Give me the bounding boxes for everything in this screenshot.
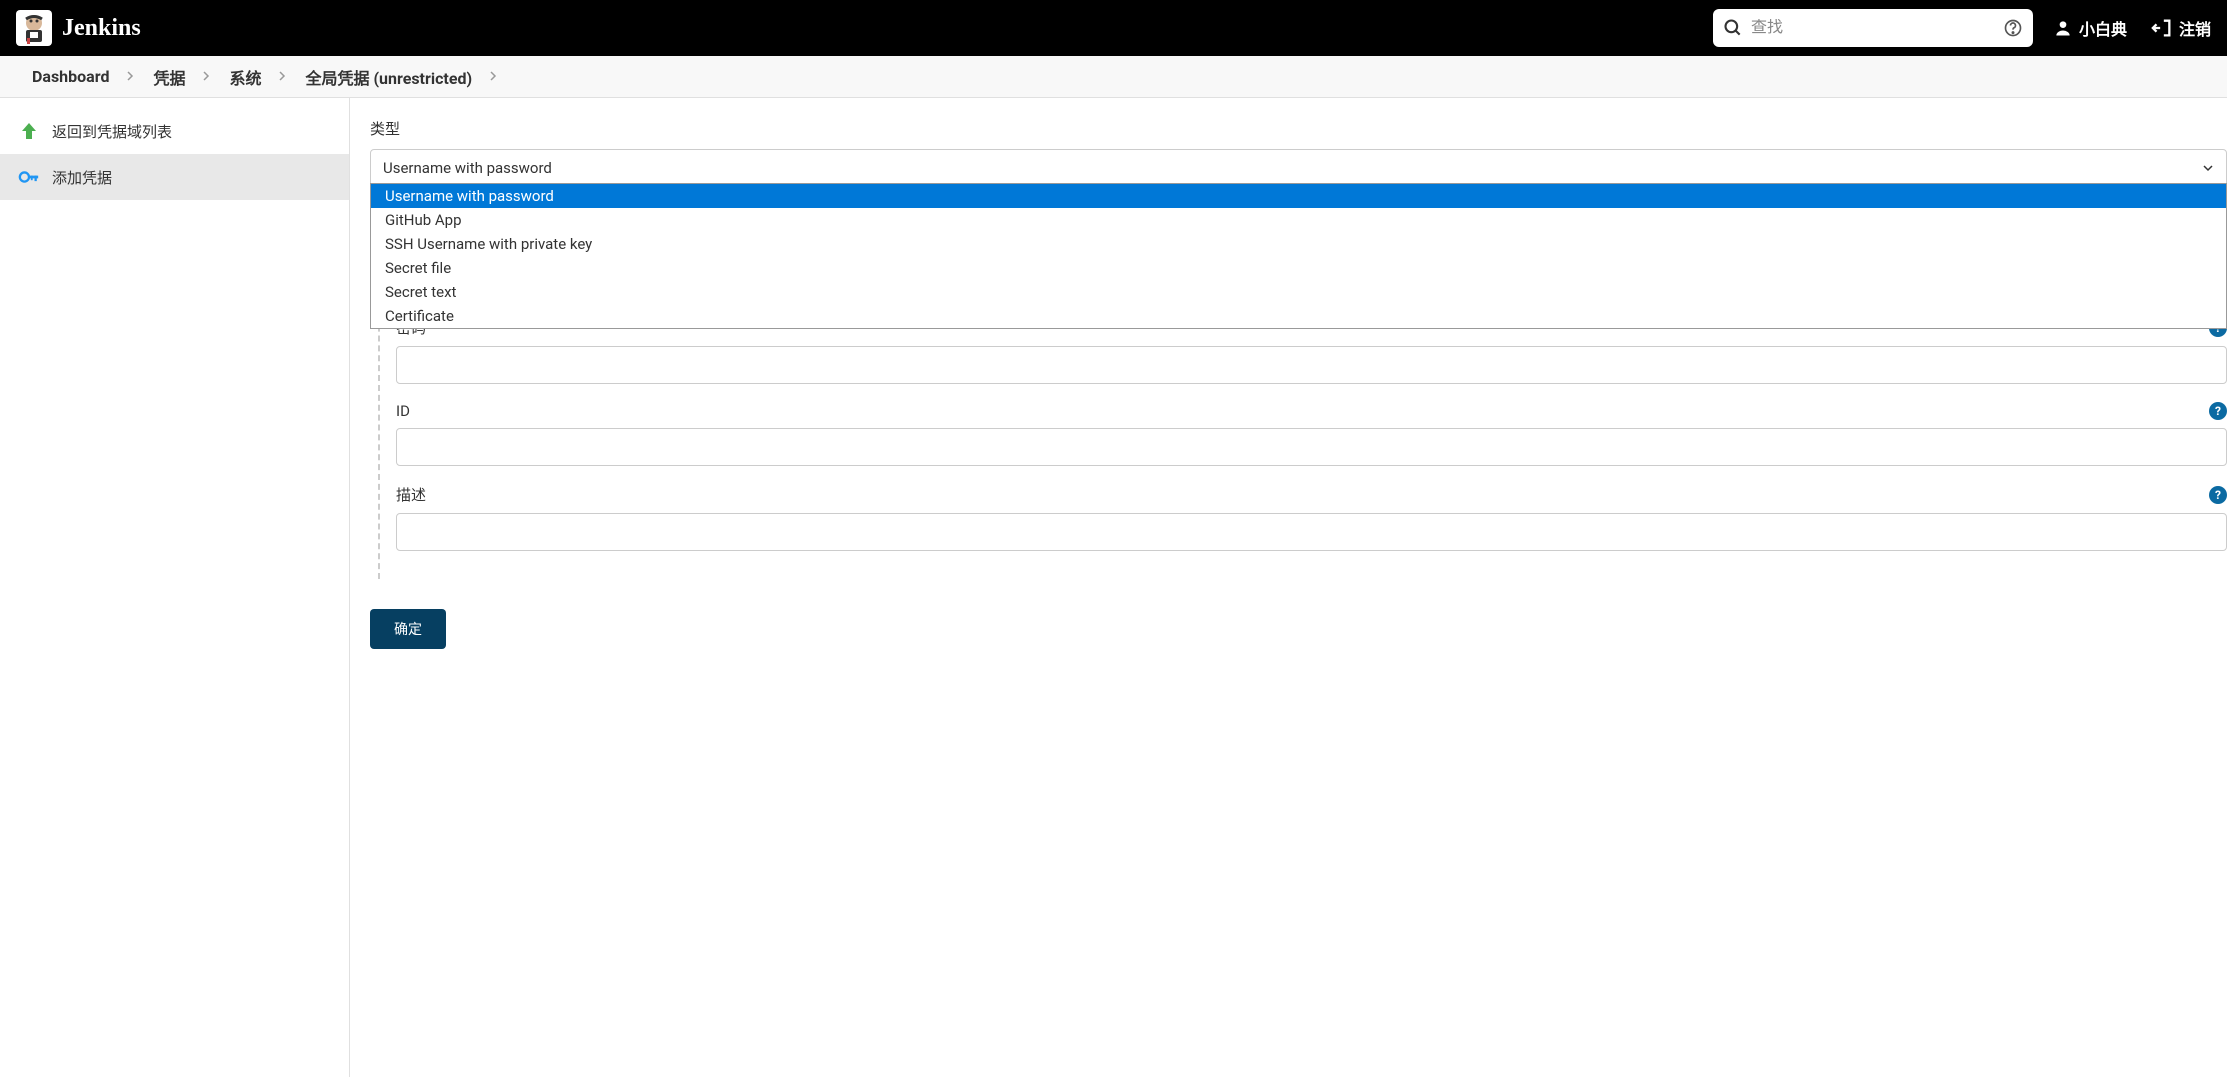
chevron-right-icon xyxy=(121,70,141,84)
breadcrumb-system[interactable]: 系统 xyxy=(221,61,269,93)
logout-label: 注销 xyxy=(2179,16,2211,40)
sidebar: 返回到凭据域列表 添加凭据 xyxy=(0,98,350,1077)
sidebar-item-label: 返回到凭据域列表 xyxy=(52,121,172,142)
dropdown-option-username-password[interactable]: Username with password xyxy=(371,184,2226,208)
description-label: 描述 xyxy=(396,484,426,505)
breadcrumb-dashboard[interactable]: Dashboard xyxy=(24,63,117,90)
type-select[interactable]: Username with password xyxy=(370,149,2227,187)
dropdown-option-secret-file[interactable]: Secret file xyxy=(371,256,2226,280)
user-icon xyxy=(2053,18,2073,38)
breadcrumb-credentials[interactable]: 凭据 xyxy=(145,61,193,93)
dropdown-option-secret-text[interactable]: Secret text xyxy=(371,280,2226,304)
header: Jenkins 小白典 注销 xyxy=(0,0,2227,56)
search-input[interactable] xyxy=(1751,19,1995,37)
arrow-up-icon xyxy=(18,120,40,142)
id-input[interactable] xyxy=(396,428,2227,466)
logout-link[interactable]: 注销 xyxy=(2151,16,2211,40)
sidebar-item-label: 添加凭据 xyxy=(52,167,112,188)
chevron-down-icon xyxy=(2202,162,2214,174)
help-icon[interactable]: ? xyxy=(2209,486,2227,504)
sidebar-item-add-credentials[interactable]: 添加凭据 xyxy=(0,154,349,200)
jenkins-logo-icon xyxy=(16,10,52,46)
search-box[interactable] xyxy=(1713,9,2033,47)
breadcrumb-global[interactable]: 全局凭据 (unrestricted) xyxy=(297,61,480,93)
logo-text: Jenkins xyxy=(62,15,141,42)
type-label: 类型 xyxy=(370,118,2227,139)
chevron-right-icon xyxy=(197,70,217,84)
type-selected-value: Username with password xyxy=(383,159,552,177)
user-link[interactable]: 小白典 xyxy=(2053,16,2127,40)
search-icon xyxy=(1723,18,1743,38)
description-input[interactable] xyxy=(396,513,2227,551)
breadcrumb: Dashboard 凭据 系统 全局凭据 (unrestricted) xyxy=(0,56,2227,98)
description-group: 描述 ? xyxy=(396,484,2227,551)
submit-button[interactable]: 确定 xyxy=(370,609,446,649)
logo[interactable]: Jenkins xyxy=(16,10,141,46)
dropdown-option-ssh[interactable]: SSH Username with private key xyxy=(371,232,2226,256)
help-circle-icon[interactable] xyxy=(2003,18,2023,38)
content: 类型 Username with password Username with … xyxy=(350,98,2227,1077)
chevron-right-icon xyxy=(484,70,504,84)
dropdown-option-github-app[interactable]: GitHub App xyxy=(371,208,2226,232)
dropdown-option-certificate[interactable]: Certificate xyxy=(371,304,2226,328)
sidebar-item-back[interactable]: 返回到凭据域列表 xyxy=(0,108,349,154)
key-icon xyxy=(18,166,40,188)
chevron-right-icon xyxy=(273,70,293,84)
help-icon[interactable]: ? xyxy=(2209,402,2227,420)
logout-icon xyxy=(2151,17,2173,39)
id-label: ID xyxy=(396,402,410,420)
id-group: ID ? xyxy=(396,402,2227,466)
username-label: 小白典 xyxy=(2079,16,2127,40)
password-input[interactable] xyxy=(396,346,2227,384)
type-dropdown: Username with password GitHub App SSH Us… xyxy=(370,183,2227,329)
